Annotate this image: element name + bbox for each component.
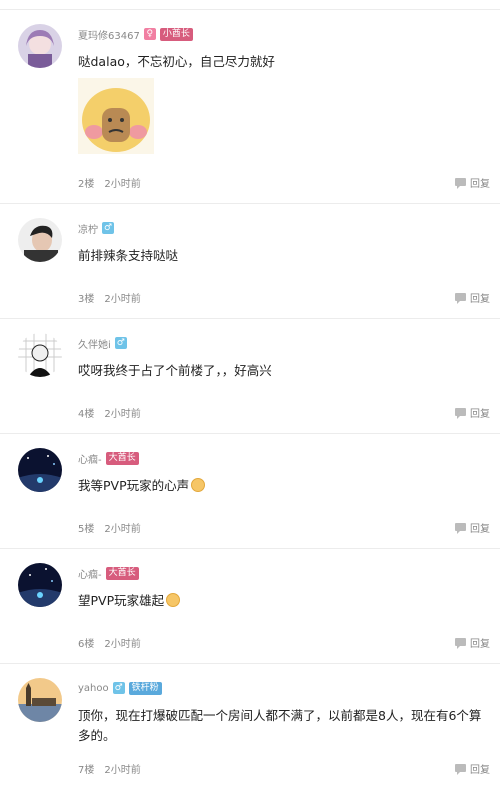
emoji-icon [166, 593, 181, 607]
reply-button[interactable]: 回复 [455, 405, 490, 420]
female-icon: ♀ [143, 28, 156, 40]
level-badge: 铁杆粉 [128, 681, 162, 695]
avatar[interactable] [18, 448, 62, 492]
username[interactable]: 心痼- [78, 566, 102, 581]
reply-button[interactable]: 回复 [455, 290, 490, 305]
timestamp: 2小时前 [104, 408, 141, 420]
avatar[interactable] [18, 218, 62, 262]
comment-text: 顶你，现在打爆破匹配一个房间人都不满了，以前都是8人，现在有6个算多的。 [78, 708, 482, 743]
username[interactable]: yahoo [78, 683, 109, 694]
timestamp: 2小时前 [104, 638, 141, 650]
username[interactable]: 夏玛修63467 [78, 27, 140, 42]
comment-icon [455, 764, 466, 775]
comment-icon [455, 638, 466, 649]
reply-label: 回复 [470, 638, 490, 650]
username[interactable]: 久伴她i [78, 336, 111, 351]
avatar[interactable] [18, 563, 62, 607]
comment-item: yahoo ♂ 铁杆粉 顶你，现在打爆破匹配一个房间人都不满了，以前都是8人，现… [0, 664, 500, 789]
male-icon: ♂ [102, 222, 114, 234]
comment-text-content: 望PVP玩家雄起 [78, 593, 165, 608]
reply-label: 回复 [470, 408, 490, 420]
reply-label: 回复 [470, 178, 490, 190]
floor-number: 7楼 [78, 764, 95, 776]
floor-number: 6楼 [78, 638, 95, 650]
reply-button[interactable]: 回复 [455, 635, 490, 650]
timestamp: 2小时前 [104, 293, 141, 305]
comment-item: 心痼- 大酋长 我等PVP玩家的心声 5楼 2小时前 回复 [0, 434, 500, 549]
level-badge: 小酋长 [159, 27, 193, 41]
emoji-icon [191, 478, 206, 492]
reply-button[interactable]: 回复 [455, 761, 490, 776]
level-badge: 大酋长 [105, 451, 139, 465]
avatar[interactable] [18, 333, 62, 377]
comment-icon [455, 178, 466, 189]
comment-icon [455, 293, 466, 304]
reply-label: 回复 [470, 293, 490, 305]
comment-item: 久伴她i ♂ 哎呀我终于占了个前楼了，，好高兴 4楼 2小时前 回复 [0, 319, 500, 434]
comment-text: 哎呀我终于占了个前楼了，，好高兴 [78, 363, 272, 378]
username[interactable]: 凉柠 [78, 221, 98, 236]
timestamp: 2小时前 [104, 764, 141, 776]
floor-number: 2楼 [78, 178, 95, 190]
comment-text-content: 我等PVP玩家的心声 [78, 478, 190, 493]
comment-text: 望PVP玩家雄起 [78, 591, 490, 611]
comment-text: 哒dalao，不忘初心，自己尽力就好 [78, 54, 275, 69]
timestamp: 2小时前 [104, 523, 141, 535]
avatar[interactable] [18, 678, 62, 722]
reply-button[interactable]: 回复 [455, 520, 490, 535]
timestamp: 2小时前 [104, 178, 141, 190]
floor-number: 3楼 [78, 293, 95, 305]
comment-item: 凉柠 ♂ 前排辣条支持哒哒 3楼 2小时前 回复 [0, 204, 500, 319]
comment-text: 我等PVP玩家的心声 [78, 476, 490, 496]
reply-label: 回复 [470, 764, 490, 776]
sticker-image [78, 78, 154, 154]
top-divider [0, 0, 500, 10]
comment-text: 前排辣条支持哒哒 [78, 248, 179, 263]
comment-icon [455, 523, 466, 534]
male-icon: ♂ [114, 337, 127, 349]
reply-button[interactable]: 回复 [455, 175, 490, 190]
username[interactable]: 心痼- [78, 451, 102, 466]
reply-label: 回复 [470, 523, 490, 535]
comment-item: 夏玛修63467 ♀ 小酋长 哒dalao，不忘初心，自己尽力就好 2楼 2小时… [0, 10, 500, 204]
floor-number: 4楼 [78, 408, 95, 420]
comment-icon [455, 408, 466, 419]
level-badge: 大酋长 [105, 566, 139, 580]
avatar[interactable] [18, 24, 62, 68]
male-icon: ♂ [112, 682, 125, 694]
comment-item: 心痼- 大酋长 望PVP玩家雄起 6楼 2小时前 回复 [0, 549, 500, 664]
floor-number: 5楼 [78, 523, 95, 535]
